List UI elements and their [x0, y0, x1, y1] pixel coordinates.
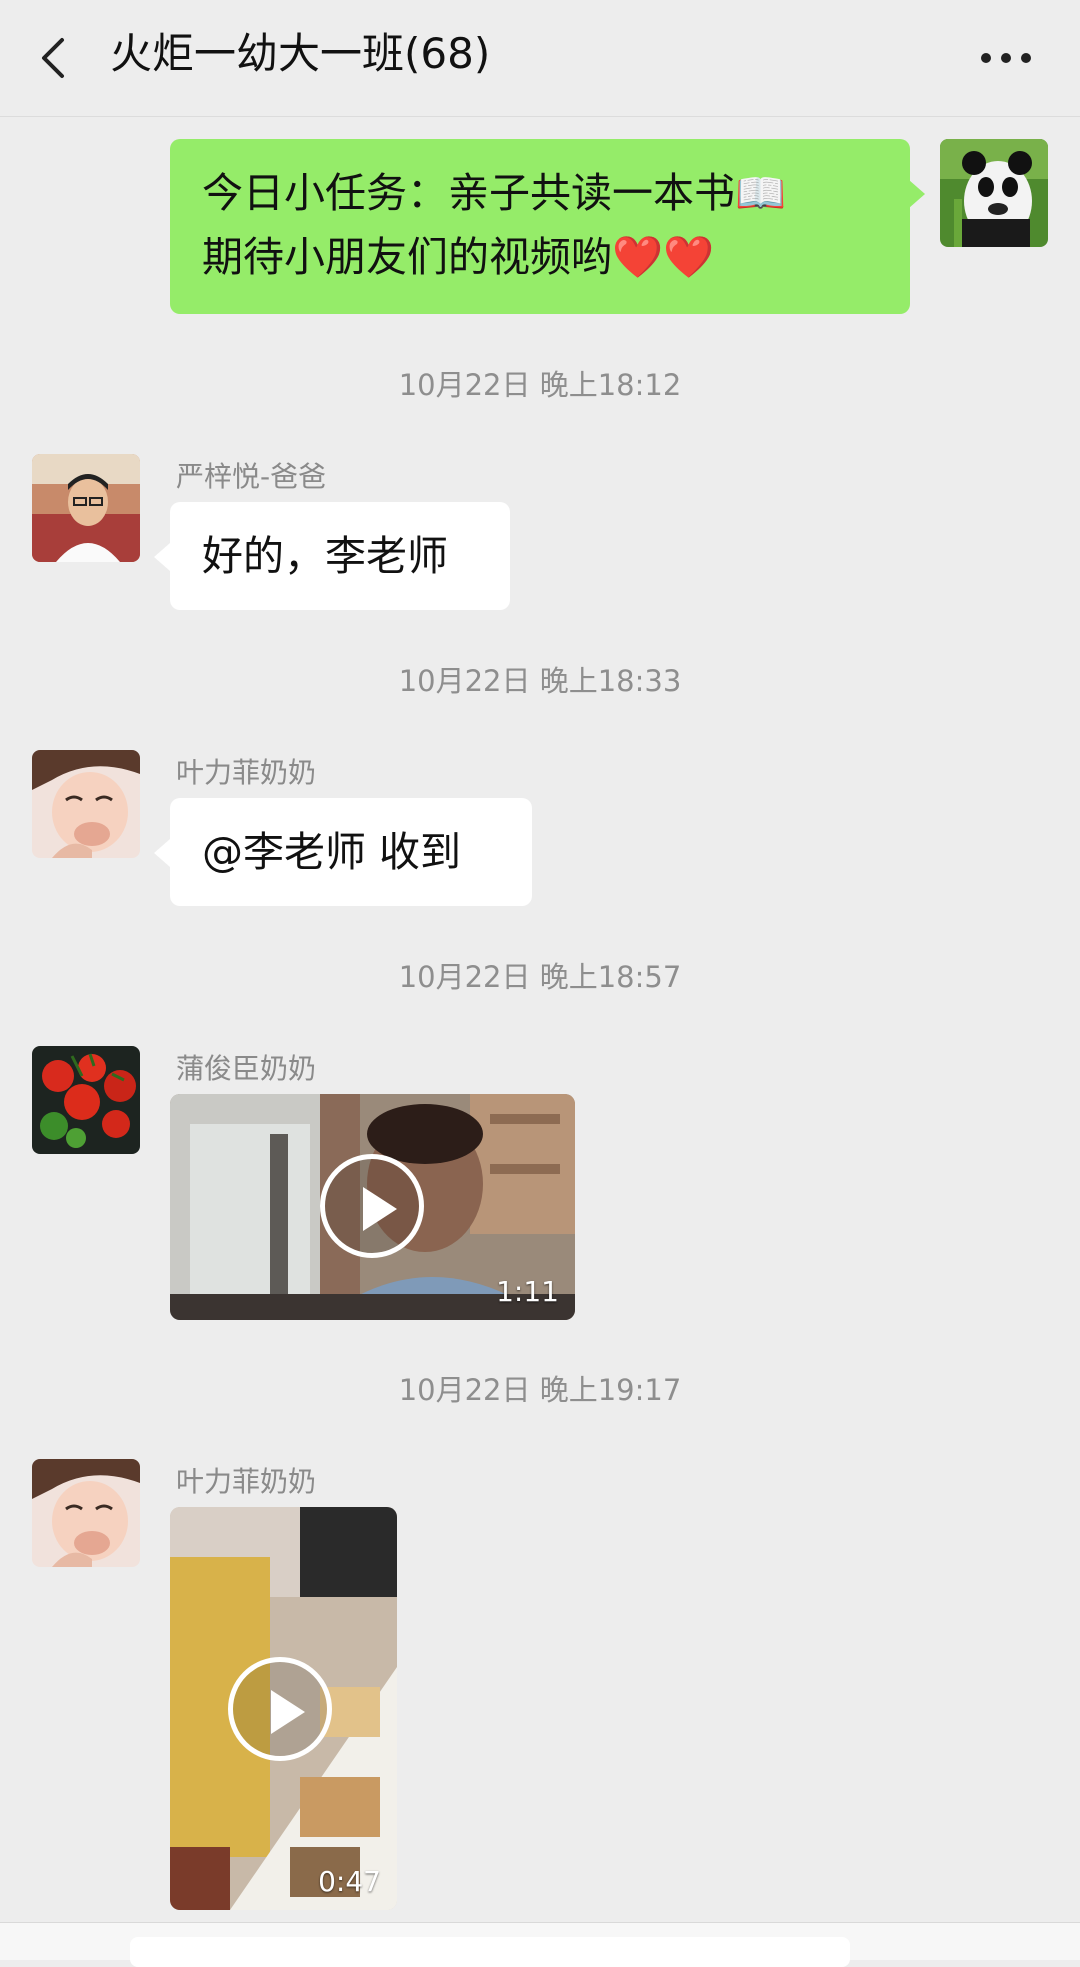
video-duration: 1:11: [496, 1275, 559, 1308]
message-bubble-self[interactable]: 今日小任务：亲子共读一本书📖 期待小朋友们的视频哟❤️❤️: [170, 139, 910, 314]
message-line: 期待小朋友们的视频哟❤️❤️: [202, 233, 715, 281]
child-avatar[interactable]: [32, 1459, 140, 1567]
message-timestamp: 10月22日 晚上18:57: [398, 960, 682, 994]
tomato-avatar[interactable]: [32, 1046, 140, 1154]
chevron-left-icon[interactable]: [34, 30, 74, 86]
input-bar: [0, 1922, 1080, 1967]
more-dots-icon[interactable]: [972, 30, 1042, 86]
play-icon[interactable]: [228, 1657, 332, 1761]
bubble-tail: [909, 180, 925, 208]
bubble-tail: [154, 839, 170, 867]
video-message[interactable]: 0:47: [170, 1507, 397, 1910]
sender-name: 严梓悦-爸爸: [176, 460, 327, 493]
message-bubble[interactable]: @李老师 收到: [170, 798, 532, 906]
bubble-tail: [154, 543, 170, 571]
child-avatar[interactable]: [32, 750, 140, 858]
message-timestamp: 10月22日 晚上19:17: [398, 1373, 682, 1407]
sender-name: 蒲俊臣奶奶: [176, 1052, 317, 1085]
chat-title: 火炬一幼大一班(68): [110, 29, 491, 78]
message-line: 今日小任务：亲子共读一本书📖: [202, 169, 787, 217]
message-bubble[interactable]: 好的，李老师: [170, 502, 510, 610]
message-input[interactable]: [130, 1937, 850, 1967]
video-duration: 0:47: [318, 1865, 381, 1898]
sender-name: 叶力菲奶奶: [176, 1465, 317, 1498]
man-avatar[interactable]: [32, 454, 140, 562]
message-text: @李老师 收到: [202, 828, 462, 876]
chat-header: 火炬一幼大一班(68): [0, 0, 1080, 117]
panda-avatar[interactable]: [940, 139, 1048, 247]
message-timestamp: 10月22日 晚上18:12: [398, 368, 682, 402]
video-message[interactable]: 1:11: [170, 1094, 575, 1320]
message-text: 好的，李老师: [202, 532, 448, 580]
sender-name: 叶力菲奶奶: [176, 756, 317, 789]
play-icon[interactable]: [320, 1154, 424, 1258]
message-timestamp: 10月22日 晚上18:33: [398, 664, 682, 698]
